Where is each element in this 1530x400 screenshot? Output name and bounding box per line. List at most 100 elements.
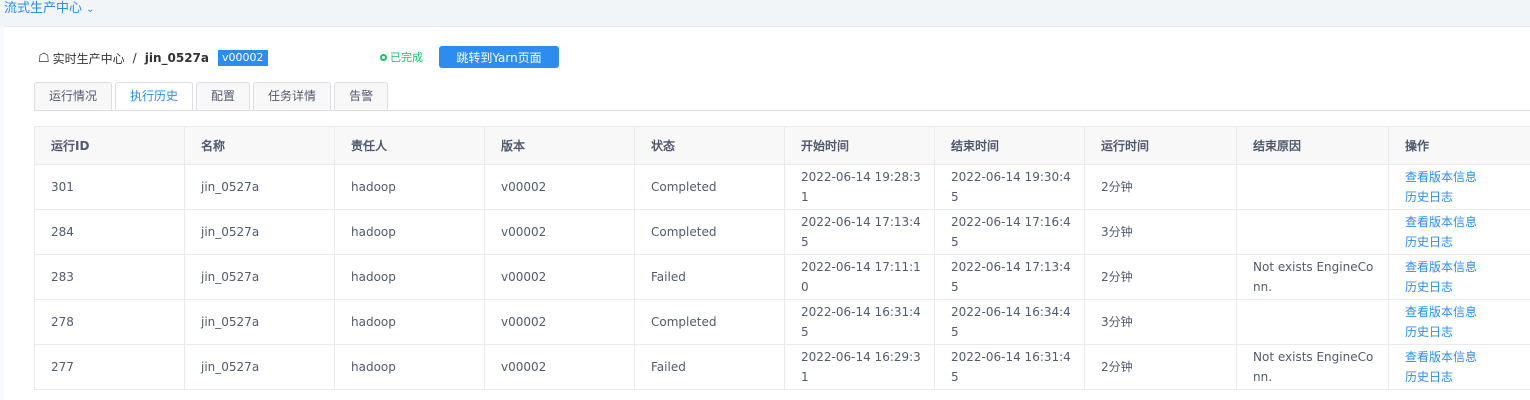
cell-actions: 查看版本信息 历史日志 [1388, 344, 1530, 390]
view-version-info-link[interactable]: 查看版本信息 [1405, 212, 1527, 232]
version-badge: v00002 [217, 50, 268, 66]
breadcrumb-separator: / [132, 51, 137, 65]
view-version-info-link[interactable]: 查看版本信息 [1405, 257, 1527, 277]
table-row: 283 jin_0527a hadoop v00002 Failed 2022-06-14… [34, 254, 1530, 300]
cell-reason [1236, 209, 1389, 255]
status-text: 已完成 [390, 51, 423, 64]
cell-status: Completed [634, 299, 785, 345]
cell-duration: 2分钟 [1084, 344, 1237, 390]
history-log-link[interactable]: 历史日志 [1405, 232, 1527, 252]
cell-start: 2022-06-14 16:29:31 [784, 344, 935, 390]
column-header: 操作 [1388, 126, 1530, 165]
cell-version: v00002 [484, 209, 635, 255]
cell-actions: 查看版本信息 历史日志 [1388, 254, 1530, 300]
tab-4[interactable]: 告警 [334, 82, 389, 110]
history-log-link[interactable]: 历史日志 [1405, 187, 1527, 207]
cell-version: v00002 [484, 344, 635, 390]
run-history-table: 运行ID 名称 责任人 版本 状态 开始时间 结束时间 运行时间 结束原因 操作 301 jin_0… [34, 126, 1530, 390]
cell-id: 283 [34, 254, 185, 300]
cell-owner: hadoop [334, 299, 485, 345]
breadcrumb-job-name: jin_0527a [144, 51, 209, 65]
cell-owner: hadoop [334, 344, 485, 390]
job-status: 已完成 [380, 49, 423, 65]
cell-version: v00002 [484, 299, 635, 345]
cell-start: 2022-06-14 16:31:45 [784, 299, 935, 345]
cell-status: Completed [634, 209, 785, 255]
cell-reason [1236, 299, 1389, 345]
tab-divider [34, 110, 1530, 111]
tab-1[interactable]: 执行历史 [115, 82, 194, 111]
center-title: 流式生产中心 [4, 1, 83, 16]
cell-version: v00002 [484, 254, 635, 300]
cell-end: 2022-06-14 17:16:45 [934, 209, 1085, 255]
cell-owner: hadoop [334, 164, 485, 210]
tab-0[interactable]: 运行情况 [34, 82, 113, 110]
cell-owner: hadoop [334, 254, 485, 300]
cell-id: 277 [34, 344, 185, 390]
cell-id: 278 [34, 299, 185, 345]
cell-start: 2022-06-14 19:28:31 [784, 164, 935, 210]
breadcrumb: ☖ 实时生产中心 / jin_0527a v00002 [38, 48, 268, 68]
cell-start: 2022-06-14 17:13:45 [784, 209, 935, 255]
cell-name: jin_0527a [184, 254, 335, 300]
cell-owner: hadoop [334, 209, 485, 255]
column-header: 名称 [184, 126, 335, 165]
history-log-link[interactable]: 历史日志 [1405, 322, 1527, 342]
table-body: 301 jin_0527a hadoop v00002 Completed 2022-06… [34, 164, 1530, 390]
cell-duration: 2分钟 [1084, 164, 1237, 210]
cell-reason: Not exists EngineConn. [1236, 344, 1389, 390]
cell-actions: 查看版本信息 历史日志 [1388, 209, 1530, 255]
column-header: 责任人 [334, 126, 485, 165]
table-header-row: 运行ID 名称 责任人 版本 状态 开始时间 结束时间 运行时间 结束原因 操作 [34, 126, 1530, 165]
view-version-info-link[interactable]: 查看版本信息 [1405, 347, 1527, 367]
column-header: 运行时间 [1084, 126, 1237, 165]
tab-2[interactable]: 配置 [196, 82, 251, 110]
column-header: 结束时间 [934, 126, 1085, 165]
cell-duration: 2分钟 [1084, 254, 1237, 300]
cell-status: Failed [634, 344, 785, 390]
chevron-down-icon: ⌄ [86, 4, 95, 15]
history-log-link[interactable]: 历史日志 [1405, 367, 1527, 387]
table-row: 278 jin_0527a hadoop v00002 Completed 2022-06… [34, 299, 1530, 345]
table-row: 277 jin_0527a hadoop v00002 Failed 2022-06-14… [34, 344, 1530, 390]
cell-id: 301 [34, 164, 185, 210]
cell-reason: Not exists EngineConn. [1236, 254, 1389, 300]
breadcrumb-root[interactable]: 实时生产中心 [53, 50, 125, 67]
cell-status: Completed [634, 164, 785, 210]
cell-status: Failed [634, 254, 785, 300]
cell-version: v00002 [484, 164, 635, 210]
cell-name: jin_0527a [184, 209, 335, 255]
yarn-page-button[interactable]: 跳转到Yarn页面 [439, 46, 559, 68]
view-version-info-link[interactable]: 查看版本信息 [1405, 167, 1527, 187]
cell-name: jin_0527a [184, 299, 335, 345]
center-switcher[interactable]: 流式生产中心 ⌄ [4, 0, 94, 16]
left-edge [0, 26, 4, 400]
cell-name: jin_0527a [184, 164, 335, 210]
cell-end: 2022-06-14 19:30:45 [934, 164, 1085, 210]
table-row: 301 jin_0527a hadoop v00002 Completed 2022-06… [34, 164, 1530, 210]
cell-reason [1236, 164, 1389, 210]
history-log-link[interactable]: 历史日志 [1405, 277, 1527, 297]
tab-bar: 运行情况 执行历史 配置 任务详情 告警 [34, 82, 391, 111]
column-header: 结束原因 [1236, 126, 1389, 165]
cell-actions: 查看版本信息 历史日志 [1388, 299, 1530, 345]
view-version-info-link[interactable]: 查看版本信息 [1405, 302, 1527, 322]
cell-actions: 查看版本信息 历史日志 [1388, 164, 1530, 210]
column-header: 开始时间 [784, 126, 935, 165]
home-icon: ☖ [38, 50, 50, 66]
tab-3[interactable]: 任务详情 [253, 82, 332, 110]
status-circle-icon [380, 53, 387, 61]
column-header: 运行ID [34, 126, 185, 165]
top-bar: 流式生产中心 ⌄ [0, 0, 1530, 27]
cell-name: jin_0527a [184, 344, 335, 390]
table-row: 284 jin_0527a hadoop v00002 Completed 2022-06… [34, 209, 1530, 255]
column-header: 版本 [484, 126, 635, 165]
cell-id: 284 [34, 209, 185, 255]
cell-duration: 3分钟 [1084, 209, 1237, 255]
cell-end: 2022-06-14 17:13:45 [934, 254, 1085, 300]
cell-end: 2022-06-14 16:31:45 [934, 344, 1085, 390]
cell-end: 2022-06-14 16:34:45 [934, 299, 1085, 345]
cell-duration: 3分钟 [1084, 299, 1237, 345]
column-header: 状态 [634, 126, 785, 165]
cell-start: 2022-06-14 17:11:10 [784, 254, 935, 300]
